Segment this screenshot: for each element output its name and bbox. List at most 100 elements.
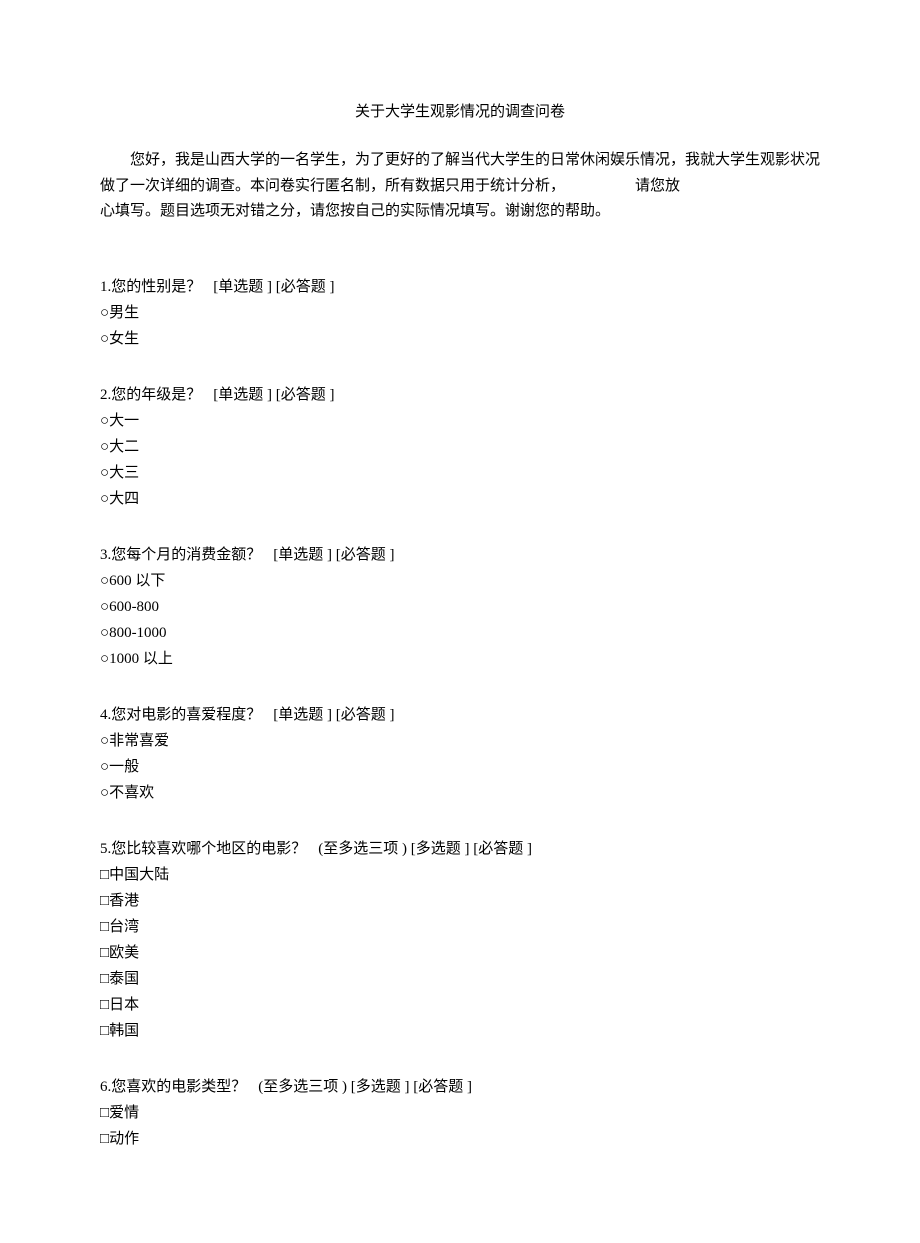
question-label: 您对电影的喜爱程度？ — [111, 707, 261, 723]
hint-max3: (至多选三项 ) — [258, 1079, 347, 1095]
option-label: 欧美 — [109, 945, 139, 961]
radio-icon: ○ — [100, 491, 109, 507]
intro-text-2: 心填写。题目选项无对错之分，请您按自己的实际情况填写。谢谢您的帮助。 — [100, 199, 820, 225]
checkbox-icon: □ — [100, 893, 109, 909]
page-title: 关于大学生观影情况的调查问卷 — [100, 100, 820, 124]
checkbox-icon: □ — [100, 919, 109, 935]
option-label: 大二 — [109, 439, 139, 455]
option-row[interactable]: □香港 — [100, 889, 820, 913]
option-label: 1000 以上 — [109, 651, 173, 667]
option-row[interactable]: ○800-1000 — [100, 621, 820, 645]
tag-required: [必答题 ] — [413, 1079, 472, 1095]
option-label: 800-1000 — [109, 625, 167, 641]
option-row[interactable]: ○非常喜爱 — [100, 729, 820, 753]
question-num: 5. — [100, 841, 111, 857]
option-row[interactable]: ○1000 以上 — [100, 647, 820, 671]
option-row[interactable]: ○大四 — [100, 487, 820, 511]
question-label: 您比较喜欢哪个地区的电影？ — [111, 841, 306, 857]
option-label: 男生 — [109, 305, 139, 321]
option-label: 大四 — [109, 491, 139, 507]
intro-paragraph: 您好，我是山西大学的一名学生，为了更好的了解当代大学生的日常休闲娱乐情况，我就大… — [100, 148, 820, 225]
option-row[interactable]: □中国大陆 — [100, 863, 820, 887]
radio-icon: ○ — [100, 599, 109, 615]
question-4-text: 4.您对电影的喜爱程度？ [单选题 ] [必答题 ] — [100, 703, 820, 727]
option-row[interactable]: ○600-800 — [100, 595, 820, 619]
tag-required: [必答题 ] — [473, 841, 532, 857]
option-label: 中国大陆 — [109, 867, 169, 883]
option-row[interactable]: □日本 — [100, 993, 820, 1017]
radio-icon: ○ — [100, 785, 109, 801]
intro-text-1: 您好，我是山西大学的一名学生，为了更好的了解当代大学生的日常休闲娱乐情况，我就大… — [100, 152, 820, 194]
option-row[interactable]: □韩国 — [100, 1019, 820, 1043]
question-4: 4.您对电影的喜爱程度？[单选题 ] [必答题 ] ○非常喜爱 ○一般 ○不喜欢 — [100, 703, 820, 805]
radio-icon: ○ — [100, 413, 109, 429]
checkbox-icon: □ — [100, 1023, 109, 1039]
option-row[interactable]: ○600 以下 — [100, 569, 820, 593]
question-label: 您喜欢的电影类型？ — [111, 1079, 246, 1095]
option-row[interactable]: ○男生 — [100, 301, 820, 325]
question-label: 您每个月的消费金额？ — [111, 547, 261, 563]
question-3: 3.您每个月的消费金额？[单选题 ] [必答题 ] ○600 以下 ○600-8… — [100, 543, 820, 671]
checkbox-icon: □ — [100, 1105, 109, 1121]
option-row[interactable]: □泰国 — [100, 967, 820, 991]
option-label: 日本 — [109, 997, 139, 1013]
tag-multi: [多选题 ] — [411, 841, 470, 857]
option-label: 泰国 — [109, 971, 139, 987]
option-label: 600-800 — [109, 599, 159, 615]
option-row[interactable]: □欧美 — [100, 941, 820, 965]
radio-icon: ○ — [100, 651, 109, 667]
option-label: 600 以下 — [109, 573, 165, 589]
radio-icon: ○ — [100, 439, 109, 455]
radio-icon: ○ — [100, 759, 109, 775]
checkbox-icon: □ — [100, 867, 109, 883]
option-row[interactable]: □动作 — [100, 1127, 820, 1151]
radio-icon: ○ — [100, 573, 109, 589]
tag-single: [单选题 ] — [273, 547, 332, 563]
radio-icon: ○ — [100, 305, 109, 321]
question-1: 1.您的性别是？ [单选题 ] [必答题 ] ○男生 ○女生 — [100, 275, 820, 351]
question-1-text: 1.您的性别是？ [单选题 ] [必答题 ] — [100, 275, 820, 299]
intro-trailing: 请您放 — [605, 174, 680, 200]
option-label: 爱情 — [109, 1105, 139, 1121]
option-row[interactable]: ○大一 — [100, 409, 820, 433]
question-2: 2.您的年级是？[单选题 ] [必答题 ] ○大一 ○大二 ○大三 ○大四 — [100, 383, 820, 511]
tag-required: [必答题 ] — [276, 279, 335, 295]
option-row[interactable]: ○一般 — [100, 755, 820, 779]
option-row[interactable]: □台湾 — [100, 915, 820, 939]
question-6-text: 6.您喜欢的电影类型？ (至多选三项 ) [多选题 ] [必答题 ] — [100, 1075, 820, 1099]
hint-max3: (至多选三项 ) — [318, 841, 407, 857]
option-row[interactable]: ○不喜欢 — [100, 781, 820, 805]
tag-required: [必答题 ] — [336, 547, 395, 563]
option-label: 韩国 — [109, 1023, 139, 1039]
option-label: 非常喜爱 — [109, 733, 169, 749]
checkbox-icon: □ — [100, 1131, 109, 1147]
question-label: 您的年级是？ — [111, 387, 201, 403]
checkbox-icon: □ — [100, 997, 109, 1013]
question-6: 6.您喜欢的电影类型？ (至多选三项 ) [多选题 ] [必答题 ] □爱情 □动… — [100, 1075, 820, 1151]
option-row[interactable]: ○女生 — [100, 327, 820, 351]
question-3-text: 3.您每个月的消费金额？[单选题 ] [必答题 ] — [100, 543, 820, 567]
option-row[interactable]: ○大三 — [100, 461, 820, 485]
option-label: 大一 — [109, 413, 139, 429]
tag-single: [单选题 ] — [273, 707, 332, 723]
question-5: 5.您比较喜欢哪个地区的电影？(至多选三项 ) [多选题 ] [必答题 ] □中… — [100, 837, 820, 1043]
tag-required: [必答题 ] — [276, 387, 335, 403]
tag-single: [单选题 ] — [213, 387, 272, 403]
radio-icon: ○ — [100, 733, 109, 749]
option-row[interactable]: □爱情 — [100, 1101, 820, 1125]
question-5-text: 5.您比较喜欢哪个地区的电影？ (至多选三项 ) [多选题 ] [必答题 ] — [100, 837, 820, 861]
option-label: 香港 — [109, 893, 139, 909]
question-num: 1. — [100, 279, 111, 295]
question-num: 4. — [100, 707, 111, 723]
radio-icon: ○ — [100, 331, 109, 347]
question-label: 您的性别是？ — [111, 279, 201, 295]
question-num: 6. — [100, 1079, 111, 1095]
tag-multi: [多选题 ] — [351, 1079, 410, 1095]
option-label: 台湾 — [109, 919, 139, 935]
tag-required: [必答题 ] — [336, 707, 395, 723]
tag-single: [单选题 ] — [213, 279, 272, 295]
question-2-text: 2.您的年级是？[单选题 ] [必答题 ] — [100, 383, 820, 407]
option-label: 一般 — [109, 759, 139, 775]
option-row[interactable]: ○大二 — [100, 435, 820, 459]
option-label: 大三 — [109, 465, 139, 481]
